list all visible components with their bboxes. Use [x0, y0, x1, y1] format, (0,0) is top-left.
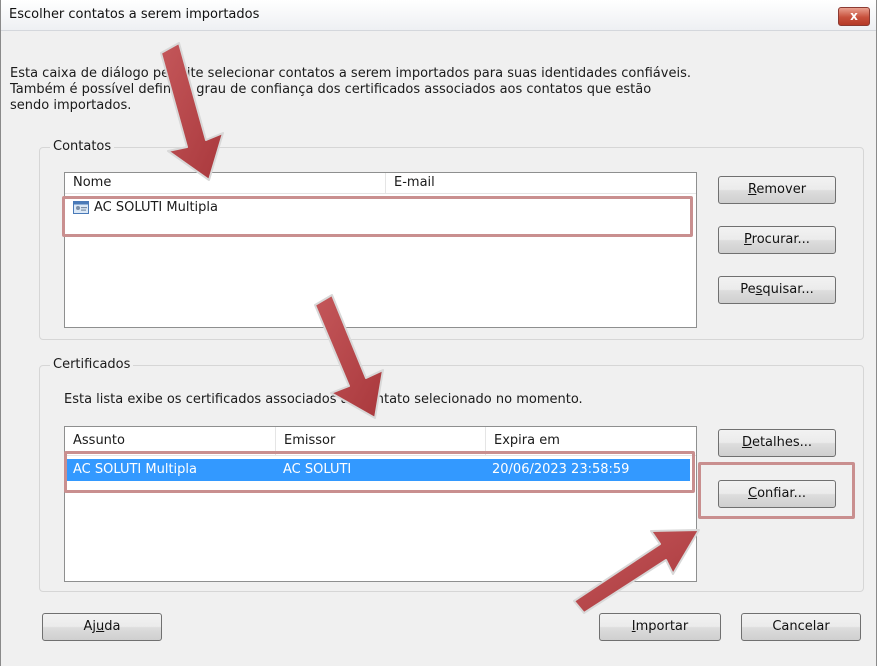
arrow-up-right-trust-icon	[573, 529, 700, 614]
arrow-down-certificates-icon	[314, 294, 384, 419]
annotation-arrows	[160, 42, 700, 614]
dialog-window: Escolher contatos a serem importados x E…	[0, 0, 877, 666]
arrow-down-contacts-icon	[160, 42, 224, 181]
